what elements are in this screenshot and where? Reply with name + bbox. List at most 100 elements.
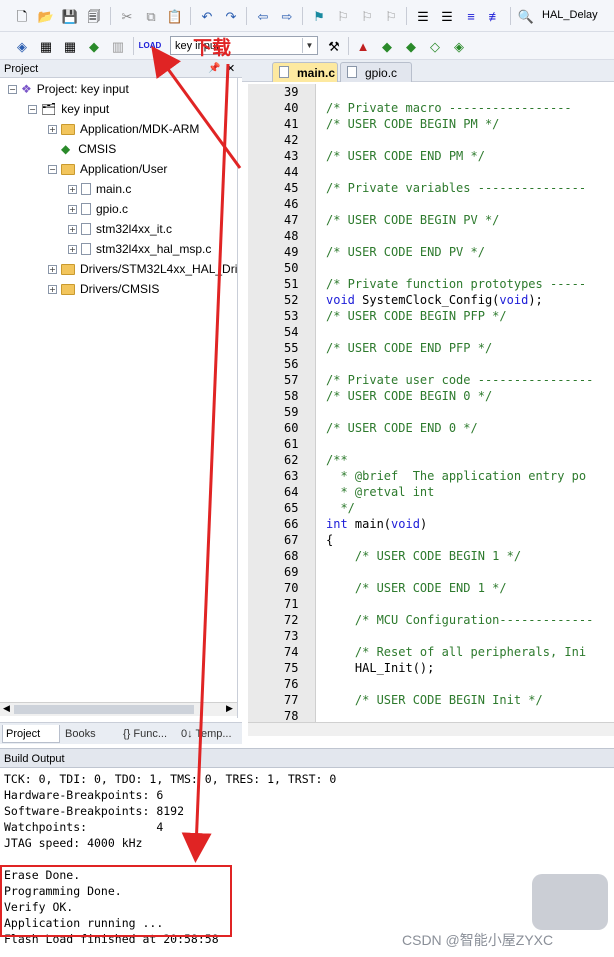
line-number: 43 (284, 149, 299, 163)
tree-node-target[interactable]: − 🗂 key input (28, 100, 109, 118)
target-name-label[interactable]: HAL_Delay (542, 9, 598, 21)
scroll-left-icon[interactable]: ◀ (3, 703, 10, 714)
tab-books[interactable]: Books (62, 725, 116, 743)
collapse-icon[interactable]: − (8, 84, 17, 94)
code-text: /* USER CODE END PM */ (326, 149, 485, 163)
redo-icon[interactable]: ↷ (221, 6, 241, 26)
tree-node-file[interactable]: + stm32l4xx_it.c (68, 220, 172, 238)
editor-horizontal-scrollbar[interactable] (248, 722, 614, 736)
code-text: HAL_Init(); (326, 661, 435, 675)
folder-icon (61, 123, 75, 135)
navigate-back-icon[interactable]: ⇦ (253, 6, 273, 26)
tree-node-group[interactable]: + Drivers/STM32L4xx_HAL_Driv (48, 260, 237, 278)
code-text: /* USER CODE END 0 */ (326, 421, 478, 435)
build-icon[interactable]: ▦ (36, 36, 56, 56)
tree-node-file[interactable]: + stm32l4xx_hal_msp.c (68, 240, 211, 258)
line-number: 52 (284, 293, 299, 307)
new-file-icon[interactable]: 🗋 (12, 6, 32, 26)
rebuild-icon[interactable]: ▦ (60, 36, 80, 56)
line-number: 63 (284, 469, 299, 483)
find-in-files-icon[interactable]: 🔍 (516, 6, 536, 26)
toolbar-separator (348, 37, 349, 55)
run-time-environment-icon[interactable]: ◆ (401, 36, 421, 56)
expand-icon[interactable]: + (68, 204, 77, 214)
comment-icon[interactable]: ≡ (461, 6, 481, 26)
line-number: 57 (284, 373, 299, 387)
prev-bookmark-icon[interactable]: ⚐ (333, 6, 353, 26)
select-packs-icon[interactable]: ◈ (449, 36, 469, 56)
expand-icon[interactable]: + (68, 244, 77, 254)
collapse-icon[interactable]: − (48, 164, 57, 174)
cut-icon[interactable]: ✂ (117, 6, 137, 26)
scroll-thumb[interactable] (14, 705, 194, 714)
target-options-icon[interactable]: ⚒ (324, 36, 344, 56)
line-number: 56 (284, 357, 299, 371)
tree-node-file[interactable]: + gpio.c (68, 200, 128, 218)
tab-label: main.c (297, 66, 336, 80)
line-number: 61 (284, 437, 299, 451)
expand-icon[interactable]: + (68, 224, 77, 234)
pin-icon[interactable]: 📌 (208, 63, 220, 74)
toolbar-separator (133, 37, 134, 55)
pack-installer-icon[interactable]: ◇ (425, 36, 445, 56)
code-text: /* USER CODE BEGIN 0 */ (326, 389, 493, 403)
save-icon[interactable]: 💾 (60, 6, 80, 26)
expand-icon[interactable]: + (48, 124, 57, 134)
tree-node-file[interactable]: + main.c (68, 180, 131, 198)
tab-templates[interactable]: 0↓ Temp... (178, 725, 238, 743)
download-load-icon[interactable]: LOAD (139, 36, 162, 56)
line-number: 76 (284, 677, 299, 691)
c-file-icon (81, 223, 91, 235)
uncomment-icon[interactable]: ≢ (485, 6, 505, 26)
paste-icon[interactable]: 📋 (165, 6, 185, 26)
unindent-icon[interactable]: ☰ (437, 6, 457, 26)
expand-icon[interactable]: + (48, 284, 57, 294)
line-number: 49 (284, 245, 299, 259)
code-editor[interactable]: 39 40 /* Private macro ----------------- 41… (248, 84, 614, 722)
close-icon[interactable]: ✕ (226, 62, 235, 75)
navigate-forward-icon[interactable]: ⇨ (277, 6, 297, 26)
component-icon: ◆ (61, 142, 71, 156)
expand-icon[interactable]: + (48, 264, 57, 274)
line-number: 46 (284, 197, 299, 211)
expand-icon[interactable]: + (68, 184, 77, 194)
bookmark-icon[interactable]: ⚑ (309, 6, 329, 26)
toolbar-separator (110, 7, 111, 25)
chevron-down-icon[interactable]: ▼ (302, 38, 316, 53)
line-number: 64 (284, 485, 299, 499)
collapse-icon[interactable]: − (28, 104, 37, 114)
line-number: 72 (284, 613, 299, 627)
tree-node-project[interactable]: − ❖ Project: key input (8, 80, 129, 98)
save-all-icon[interactable]: 🗐 (84, 6, 104, 26)
tree-node-group[interactable]: + Application/MDK-ARM (48, 120, 199, 138)
tree-node-group[interactable]: − Application/User (48, 160, 167, 178)
tab-functions[interactable]: {} Func... (120, 725, 176, 743)
scroll-right-icon[interactable]: ▶ (226, 703, 233, 714)
stop-build-icon[interactable]: ▥ (108, 36, 128, 56)
tab-main-c[interactable]: main.c (272, 62, 338, 82)
manage-project-icon[interactable]: ▲ (353, 36, 373, 56)
manage-components-icon[interactable]: ◆ (377, 36, 397, 56)
next-bookmark-icon[interactable]: ⚐ (357, 6, 377, 26)
tree-node-group[interactable]: + Drivers/CMSIS (48, 280, 159, 298)
build-output-line: Hardware-Breakpoints: 6 (4, 788, 164, 802)
line-number: 50 (284, 261, 299, 275)
undo-icon[interactable]: ↶ (197, 6, 217, 26)
build-output-line: JTAG speed: 4000 kHz (4, 836, 143, 850)
tab-gpio-c[interactable]: gpio.c (340, 62, 412, 82)
copy-icon[interactable]: ⧉ (141, 6, 161, 26)
code-text: /* Private user code ---------------- (326, 373, 594, 387)
toolbar-separator (302, 7, 303, 25)
tree-node-cmsis[interactable]: ◆ CMSIS (61, 140, 116, 158)
clear-bookmarks-icon[interactable]: ⚐ (381, 6, 401, 26)
line-number: 67 (284, 533, 299, 547)
code-text: */ (326, 501, 355, 515)
open-file-icon[interactable]: 📂 (36, 6, 56, 26)
tree-label: key input (61, 102, 110, 116)
batch-build-icon[interactable]: ◆ (84, 36, 104, 56)
tree-horizontal-scrollbar[interactable]: ◀ ▶ (0, 702, 237, 716)
tab-project[interactable]: Project (2, 725, 60, 743)
indent-icon[interactable]: ☰ (413, 6, 433, 26)
translate-icon[interactable]: ◈ (12, 36, 32, 56)
toolbar-separator (510, 7, 511, 25)
